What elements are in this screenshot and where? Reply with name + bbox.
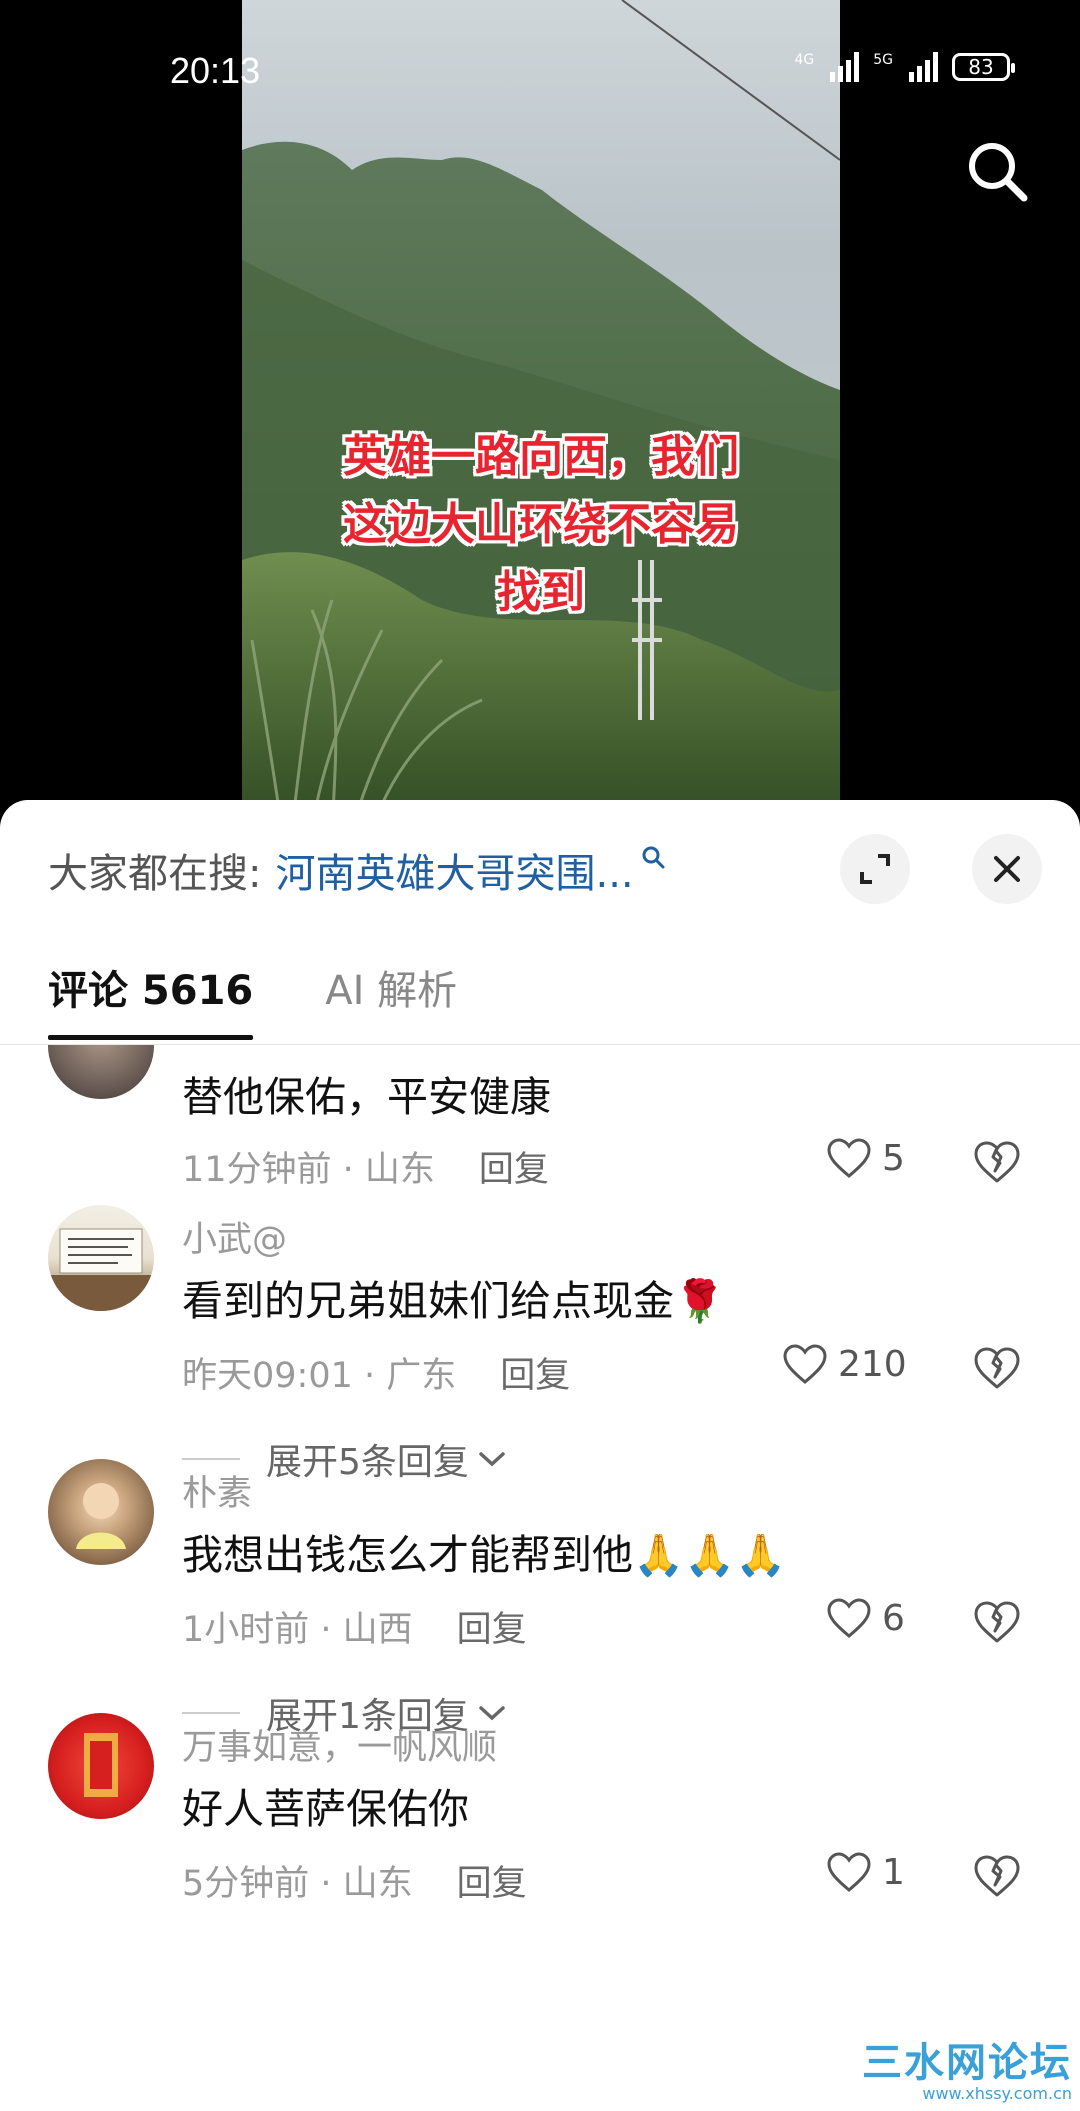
video-caption-line-2: 这边大山环绕不容易 [343,499,739,550]
avatar[interactable] [48,1459,154,1565]
comment-tabs: 评论 5616 AI 解析 [48,958,457,1040]
video-caption-line-3: 找到 [497,567,585,618]
reply-button[interactable]: 回复 [500,1356,570,1396]
heart-icon [827,1852,871,1892]
watermark-logo: 三水网论坛 www.xhssy.com.cn [862,2030,1072,2103]
reply-button[interactable]: 回复 [457,1610,527,1650]
comment-author[interactable]: 万事如意，一帆风顺 [182,1719,497,1770]
reply-button[interactable]: 回复 [479,1150,549,1190]
comment-text: 好人菩萨保佑你 [182,1785,469,1833]
comment-text: 替他保佑，平安健康 [182,1073,551,1121]
comment-list: 替他保佑，平安健康 11分钟前 · 山东 回复 5 小武@ 看到的兄弟姐妹们给点现… [0,1045,1080,2111]
like-count: 210 [838,1343,907,1385]
video-frame: 英雄一路向西，我们 这边大山环绕不容易 找到 [242,0,840,830]
comment-time-location: 11分钟前 · 山东 [182,1150,435,1190]
close-button[interactable] [972,834,1042,904]
search-icon [969,143,1028,202]
chevron-down-icon [479,1452,505,1467]
like-count: 6 [882,1597,905,1639]
heart-icon [827,1138,871,1178]
trending-search-label: 大家都在搜: [48,851,262,897]
search-icon [642,846,665,869]
network-5g-label: 5G [873,52,893,68]
comment-meta: 5分钟前 · 山东 回复 [182,1855,527,1906]
dislike-icon[interactable] [972,1853,1022,1899]
avatar-image [84,1733,118,1797]
like-button[interactable]: 6 [826,1597,905,1639]
expand-replies-label: 展开5条回复 [266,1442,469,1483]
trending-search-query[interactable]: 河南英雄大哥突围... [275,841,633,899]
comment-author[interactable]: 朴素 [182,1465,252,1516]
tab-comments[interactable]: 评论 5616 [48,958,254,1040]
comment-time-location: 1小时前 · 山西 [182,1610,413,1650]
battery-level: 83 [968,55,994,79]
avatar-image [76,1483,126,1549]
expand-line [182,1458,240,1460]
like-count: 1 [882,1851,905,1893]
heart-icon [783,1344,827,1384]
like-count: 5 [882,1137,905,1179]
mountain-scene [242,0,840,830]
heart-icon [827,1598,871,1638]
battery-icon: 83 [952,53,1015,81]
like-button[interactable]: 5 [826,1137,905,1179]
like-button[interactable]: 1 [826,1851,905,1893]
tab-ai-analysis[interactable]: AI 解析 [325,958,457,1038]
close-icon [994,856,1020,882]
search-button[interactable] [962,136,1032,206]
like-button[interactable]: 210 [782,1343,907,1385]
trending-search[interactable]: 大家都在搜: 河南英雄大哥突围... [48,840,666,900]
status-time: 20:13 [170,50,261,91]
comment-meta: 昨天09:01 · 广东 回复 [182,1347,570,1398]
avatar[interactable] [48,1713,154,1819]
status-bar: 20:13 4G 5G 83 [170,48,1015,92]
video-player[interactable]: 英雄一路向西，我们 这边大山环绕不容易 找到 20:13 4G 5G 83 [0,0,1080,830]
dislike-icon[interactable] [972,1139,1022,1185]
avatar-image [48,1228,154,1311]
comment-meta: 1小时前 · 山西 回复 [182,1601,527,1652]
avatar[interactable] [48,1205,154,1311]
expand-line [182,1712,240,1714]
signal-icon-2 [909,52,938,82]
comment-author[interactable]: 小武@ [182,1211,287,1262]
dislike-icon[interactable] [972,1599,1022,1645]
reply-button[interactable]: 回复 [457,1864,527,1904]
comment-time-location: 5分钟前 · 山东 [182,1864,413,1904]
comment-time-location: 昨天09:01 · 广东 [182,1356,457,1396]
network-4g-label: 4G [794,52,815,68]
watermark-title: 三水网论坛 [862,2040,1072,2086]
comment-text: 看到的兄弟姐妹们给点现金🌹 [182,1277,726,1325]
dislike-icon[interactable] [972,1345,1022,1391]
comment-sheet: 大家都在搜: 河南英雄大哥突围... 评论 5616 AI 解析 替他保佑，平安… [0,800,1080,2111]
video-caption-line-1: 英雄一路向西，我们 [343,431,739,482]
signal-icon [830,52,860,82]
comment-text: 我想出钱怎么才能帮到他🙏🙏🙏 [182,1531,787,1579]
avatar[interactable] [48,1045,154,1099]
expand-icon [860,854,890,884]
comment-meta: 11分钟前 · 山东 回复 [182,1141,549,1192]
expand-button[interactable] [840,834,910,904]
